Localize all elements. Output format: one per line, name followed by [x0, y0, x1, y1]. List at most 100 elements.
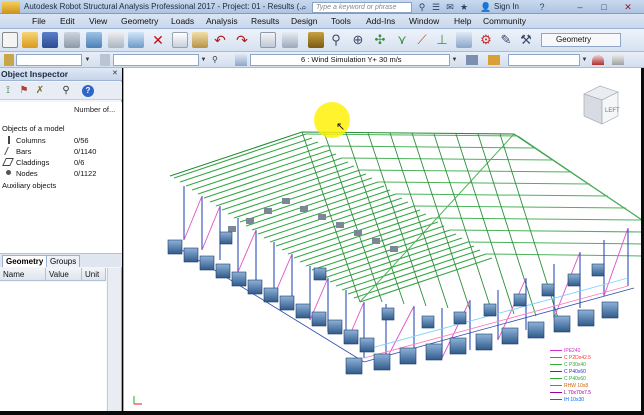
viewcube[interactable]: LEFT: [578, 80, 624, 130]
calculations-icon[interactable]: ⚙: [478, 32, 494, 48]
maximize-icon[interactable]: □: [598, 2, 610, 13]
tree-item-auxiliary[interactable]: Auxiliary objects: [2, 181, 56, 190]
structure-type-icon[interactable]: ⋎: [394, 32, 410, 48]
display-combo[interactable]: [508, 54, 580, 66]
menu-window[interactable]: Window: [409, 16, 439, 26]
close-icon[interactable]: ✕: [622, 2, 634, 13]
undo-icon[interactable]: ↶: [212, 32, 228, 48]
lock-icon[interactable]: [308, 32, 324, 48]
supports-icon[interactable]: ⊥: [434, 32, 450, 48]
legend-item: C P40x60: [564, 376, 586, 382]
save-icon[interactable]: [42, 32, 58, 48]
tab-geometry[interactable]: Geometry: [2, 255, 48, 267]
menu-results[interactable]: Results: [251, 16, 279, 26]
menu-tools[interactable]: Tools: [331, 16, 351, 26]
model-viewport[interactable]: LEFT ↖ IPE240 C P2Dx42.5 C P30x40 C P40x…: [123, 68, 641, 411]
search-icon[interactable]: ⚲: [60, 85, 72, 97]
new-file-icon[interactable]: [2, 32, 18, 48]
preferences-icon[interactable]: ⚒: [518, 32, 534, 48]
display-icon[interactable]: [592, 55, 604, 65]
user-icon[interactable]: 👤: [480, 2, 492, 13]
tree-item-claddings[interactable]: Claddings: [16, 158, 49, 167]
help-icon[interactable]: ?: [82, 85, 94, 97]
node-selection-combo[interactable]: [16, 54, 82, 66]
load-case-combo[interactable]: 6 : Wind Simulation Y+ 30 m/s: [250, 54, 450, 66]
view-options-icon[interactable]: [612, 55, 624, 65]
viewcube-face-label[interactable]: LEFT: [605, 108, 620, 114]
chevron-down-icon[interactable]: ▼: [580, 54, 589, 66]
menu-design[interactable]: Design: [291, 16, 317, 26]
legend-item: C P2Dx42.5: [564, 355, 591, 361]
col-name[interactable]: Name: [0, 268, 46, 281]
tree-count-nodes: 0/1122: [74, 169, 97, 178]
menu-file[interactable]: File: [32, 16, 46, 26]
table-icon[interactable]: [260, 32, 276, 48]
menu-community[interactable]: Community: [483, 16, 526, 26]
tree-item-columns[interactable]: Columns: [16, 136, 46, 145]
menu-add-ins[interactable]: Add-Ins: [366, 16, 395, 26]
chevron-down-icon[interactable]: ▼: [83, 54, 92, 66]
standard-toolbar: ✕ ↶ ↷ ⚲ ⊕ ✣ ⋎ ⟋ ⊥ ⚙ ✎ ⚒ Geometry: [0, 29, 644, 52]
tree-item-bars[interactable]: Bars: [16, 147, 31, 156]
tools-icon[interactable]: ✎: [498, 32, 514, 48]
select-icon[interactable]: ✣: [372, 32, 388, 48]
delete-icon[interactable]: ✕: [150, 32, 166, 48]
print-preview-icon[interactable]: [108, 32, 124, 48]
legend-item: L 70x70x7.5: [564, 390, 592, 396]
print-icon[interactable]: [64, 32, 80, 48]
legend-swatch: [550, 364, 562, 365]
collapse-icon[interactable]: ✗: [34, 85, 46, 97]
chevron-down-icon[interactable]: ▼: [199, 54, 208, 66]
col-unit[interactable]: Unit: [82, 268, 106, 281]
panel-close-icon[interactable]: ✕: [112, 70, 120, 78]
case-list-icon[interactable]: [466, 55, 478, 65]
tree-view-icon[interactable]: ⚑: [18, 85, 30, 97]
foundation-pads: [167, 231, 619, 375]
open-folder-icon[interactable]: [22, 32, 38, 48]
copy-icon[interactable]: [172, 32, 188, 48]
filter-icon[interactable]: ⚲: [212, 55, 224, 65]
paste-icon[interactable]: [192, 32, 208, 48]
redo-icon[interactable]: ↷: [234, 32, 250, 48]
tree-count-bars: 0/1140: [74, 147, 97, 156]
zoom-window-icon[interactable]: ⊕: [350, 32, 366, 48]
node-icon: [6, 170, 11, 175]
subscription-icon[interactable]: ☰: [430, 2, 442, 13]
help-icon[interactable]: ?: [536, 2, 548, 13]
book-icon[interactable]: [86, 32, 102, 48]
screen-capture-icon[interactable]: [128, 32, 144, 48]
menu-help[interactable]: Help: [454, 16, 471, 26]
chevron-down-icon[interactable]: ▼: [450, 54, 459, 66]
star-icon[interactable]: ★: [458, 2, 470, 13]
binoculars-icon[interactable]: ⚲: [416, 2, 428, 13]
layout-selector[interactable]: Geometry: [541, 33, 621, 47]
tree-root[interactable]: Objects of a model: [2, 124, 65, 133]
object-tree: Number of... Objects of a model Columns …: [0, 102, 122, 257]
selection-icon[interactable]: [4, 54, 14, 66]
menu-geometry[interactable]: Geometry: [121, 16, 158, 26]
loads-icon[interactable]: [456, 32, 472, 48]
minimize-icon[interactable]: –: [574, 2, 586, 13]
bar-selection-combo[interactable]: [113, 54, 199, 66]
menu-analysis[interactable]: Analysis: [206, 16, 238, 26]
tab-groups[interactable]: Groups: [46, 255, 81, 267]
col-value[interactable]: Value: [46, 268, 82, 281]
bar-sections-icon[interactable]: ⟋: [414, 32, 430, 48]
sign-in-link[interactable]: Sign In: [494, 2, 519, 11]
properties-scrollbar[interactable]: [107, 268, 121, 411]
case-selection-icon[interactable]: [235, 54, 247, 66]
filter-icon[interactable]: ⟟: [2, 85, 14, 97]
zoom-icon[interactable]: ⚲: [328, 32, 344, 48]
menu-loads[interactable]: Loads: [171, 16, 194, 26]
tree-item-nodes[interactable]: Nodes: [16, 169, 38, 178]
app-logo[interactable]: [2, 1, 20, 15]
search-input[interactable]: Type a keyword or phrase: [312, 2, 412, 13]
properties-header: Name Value Unit: [0, 268, 106, 281]
combinations-icon[interactable]: [488, 55, 500, 65]
menu-edit[interactable]: Edit: [60, 16, 75, 26]
menu-view[interactable]: View: [89, 16, 107, 26]
communication-icon[interactable]: ✉: [444, 2, 456, 13]
search-icon[interactable]: ⌕: [298, 2, 310, 13]
bar-selection-icon[interactable]: [100, 54, 110, 66]
results-table-icon[interactable]: [282, 32, 298, 48]
